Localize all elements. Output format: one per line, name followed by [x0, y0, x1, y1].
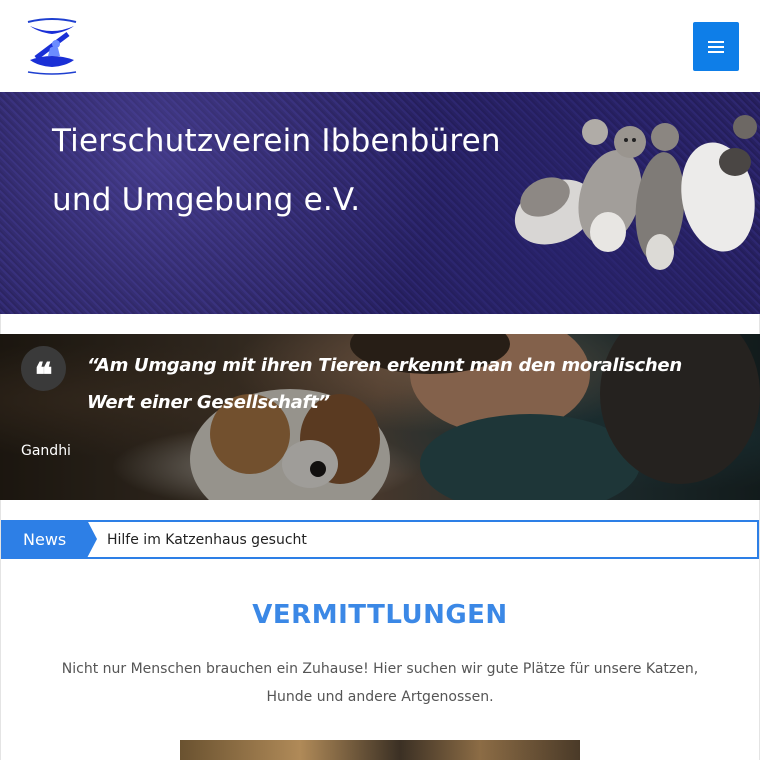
- adoption-preview-image[interactable]: [180, 740, 580, 760]
- section-description: Nicht nur Menschen brauchen ein Zuhause!…: [61, 661, 699, 705]
- quote-author: Gandhi: [21, 443, 71, 459]
- news-ticker: News Hilfe im Katzenhaus gesucht: [1, 520, 759, 559]
- news-headline-link[interactable]: Hilfe im Katzenhaus gesucht: [107, 522, 307, 557]
- hero-title: Tierschutzverein Ibbenbüren und Umgebung…: [52, 112, 522, 230]
- hero-banner: Tierschutzverein Ibbenbüren und Umgebung…: [0, 92, 760, 314]
- site-header: [0, 0, 760, 92]
- section-title: VERMITTLUNGEN: [252, 600, 508, 630]
- quote-icon: ❝: [21, 346, 66, 393]
- quote-banner: ❝ “Am Umgang mit ihren Tieren erkennt ma…: [0, 334, 760, 500]
- hero-title-line-1: Tierschutzverein Ibbenbüren: [52, 123, 501, 159]
- kittens-image: [514, 115, 757, 270]
- tierschutzverein-logo-icon[interactable]: [22, 14, 82, 78]
- hero-title-line-2: und Umgebung e.V.: [52, 182, 361, 218]
- news-label: News: [1, 520, 97, 559]
- hamburger-menu-button[interactable]: [693, 22, 739, 71]
- hamburger-menu-icon: [708, 40, 724, 43]
- quote-text: “Am Umgang mit ihren Tieren erkennt man …: [87, 355, 682, 413]
